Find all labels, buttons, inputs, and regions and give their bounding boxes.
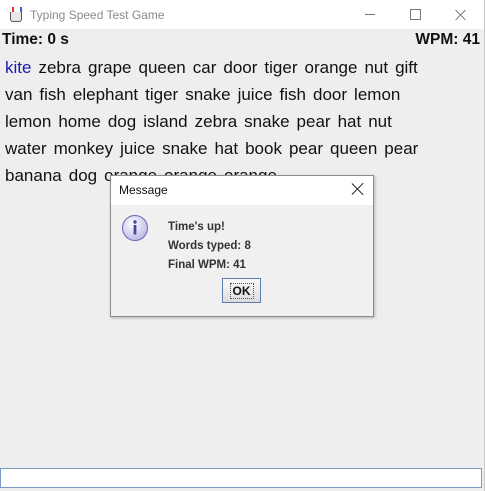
- dialog-title-bar: Message: [111, 176, 373, 205]
- maximize-icon: [409, 9, 421, 20]
- ok-button-label: OK: [229, 282, 254, 299]
- word: tiger: [264, 58, 298, 77]
- word: lemon: [354, 85, 401, 104]
- word: fish: [39, 85, 66, 104]
- word: monkey: [53, 139, 114, 158]
- dialog-message: Time's up! Words typed: 8 Final WPM: 41: [168, 218, 251, 275]
- close-icon: [455, 9, 467, 21]
- word: nut: [364, 58, 389, 77]
- word-line: kite zebra grape queen car door tiger orange nut…: [5, 54, 475, 81]
- word: door: [313, 85, 348, 104]
- window-title: Typing Speed Test Game: [30, 7, 165, 22]
- word: hat: [214, 139, 239, 158]
- typing-input[interactable]: [0, 468, 482, 488]
- word: book: [245, 139, 282, 158]
- info-icon: [122, 215, 148, 241]
- maximize-button[interactable]: [392, 0, 438, 29]
- word-line: water monkey juice snake hat book pear queen pea…: [5, 135, 475, 162]
- word: dog: [107, 112, 137, 131]
- word: island: [143, 112, 188, 131]
- java-cup-icon: [8, 6, 24, 23]
- dialog-title: Message: [119, 183, 168, 197]
- word: juice: [120, 139, 156, 158]
- message-line: Words typed: 8: [168, 240, 251, 252]
- word: queen: [138, 58, 186, 77]
- time-label: Time: 0 s: [2, 31, 69, 48]
- word-list: kite zebra grape queen car door tiger orange nut…: [5, 54, 475, 189]
- message-line: Final WPM: 41: [168, 259, 246, 271]
- close-button[interactable]: [438, 0, 484, 29]
- word: pear: [288, 139, 323, 158]
- word: snake: [244, 112, 290, 131]
- word-line: van fish elephant tiger snake juice fish door le…: [5, 81, 475, 108]
- word-line: lemon home dog island zebra snake pear hat nut: [5, 108, 475, 135]
- word: snake: [162, 139, 208, 158]
- app-window: Typing Speed Test Game Time: 0 s WPM: 41…: [0, 0, 485, 491]
- wpm-label: WPM: 41: [415, 31, 480, 48]
- word: tiger: [145, 85, 179, 104]
- word: gift: [395, 58, 418, 77]
- word: orange: [304, 58, 358, 77]
- message-line: Time's up!: [168, 221, 225, 233]
- word: zebra: [194, 112, 238, 131]
- word: car: [192, 58, 217, 77]
- word: snake: [185, 85, 231, 104]
- word: banana: [5, 166, 62, 185]
- word: water: [5, 139, 47, 158]
- minimize-button[interactable]: [347, 0, 393, 29]
- word: queen: [330, 139, 378, 158]
- word: door: [223, 58, 258, 77]
- minimize-icon: [365, 14, 375, 15]
- word: hat: [337, 112, 362, 131]
- word: van: [5, 85, 33, 104]
- word: dog: [68, 166, 98, 185]
- word: juice: [237, 85, 273, 104]
- word: fish: [279, 85, 307, 104]
- message-dialog: Message Time's up! Words typed: 8 Final …: [110, 175, 374, 317]
- word: pear: [296, 112, 331, 131]
- word: lemon: [5, 112, 52, 131]
- ok-button[interactable]: OK: [222, 278, 261, 303]
- title-bar: Typing Speed Test Game: [0, 0, 484, 29]
- word: home: [58, 112, 101, 131]
- word: nut: [368, 112, 392, 131]
- dialog-close-icon[interactable]: [351, 182, 365, 196]
- word: elephant: [72, 85, 139, 104]
- word: zebra: [38, 58, 81, 77]
- word: pear: [384, 139, 419, 158]
- current-word: kite: [5, 58, 32, 77]
- word: grape: [88, 58, 132, 77]
